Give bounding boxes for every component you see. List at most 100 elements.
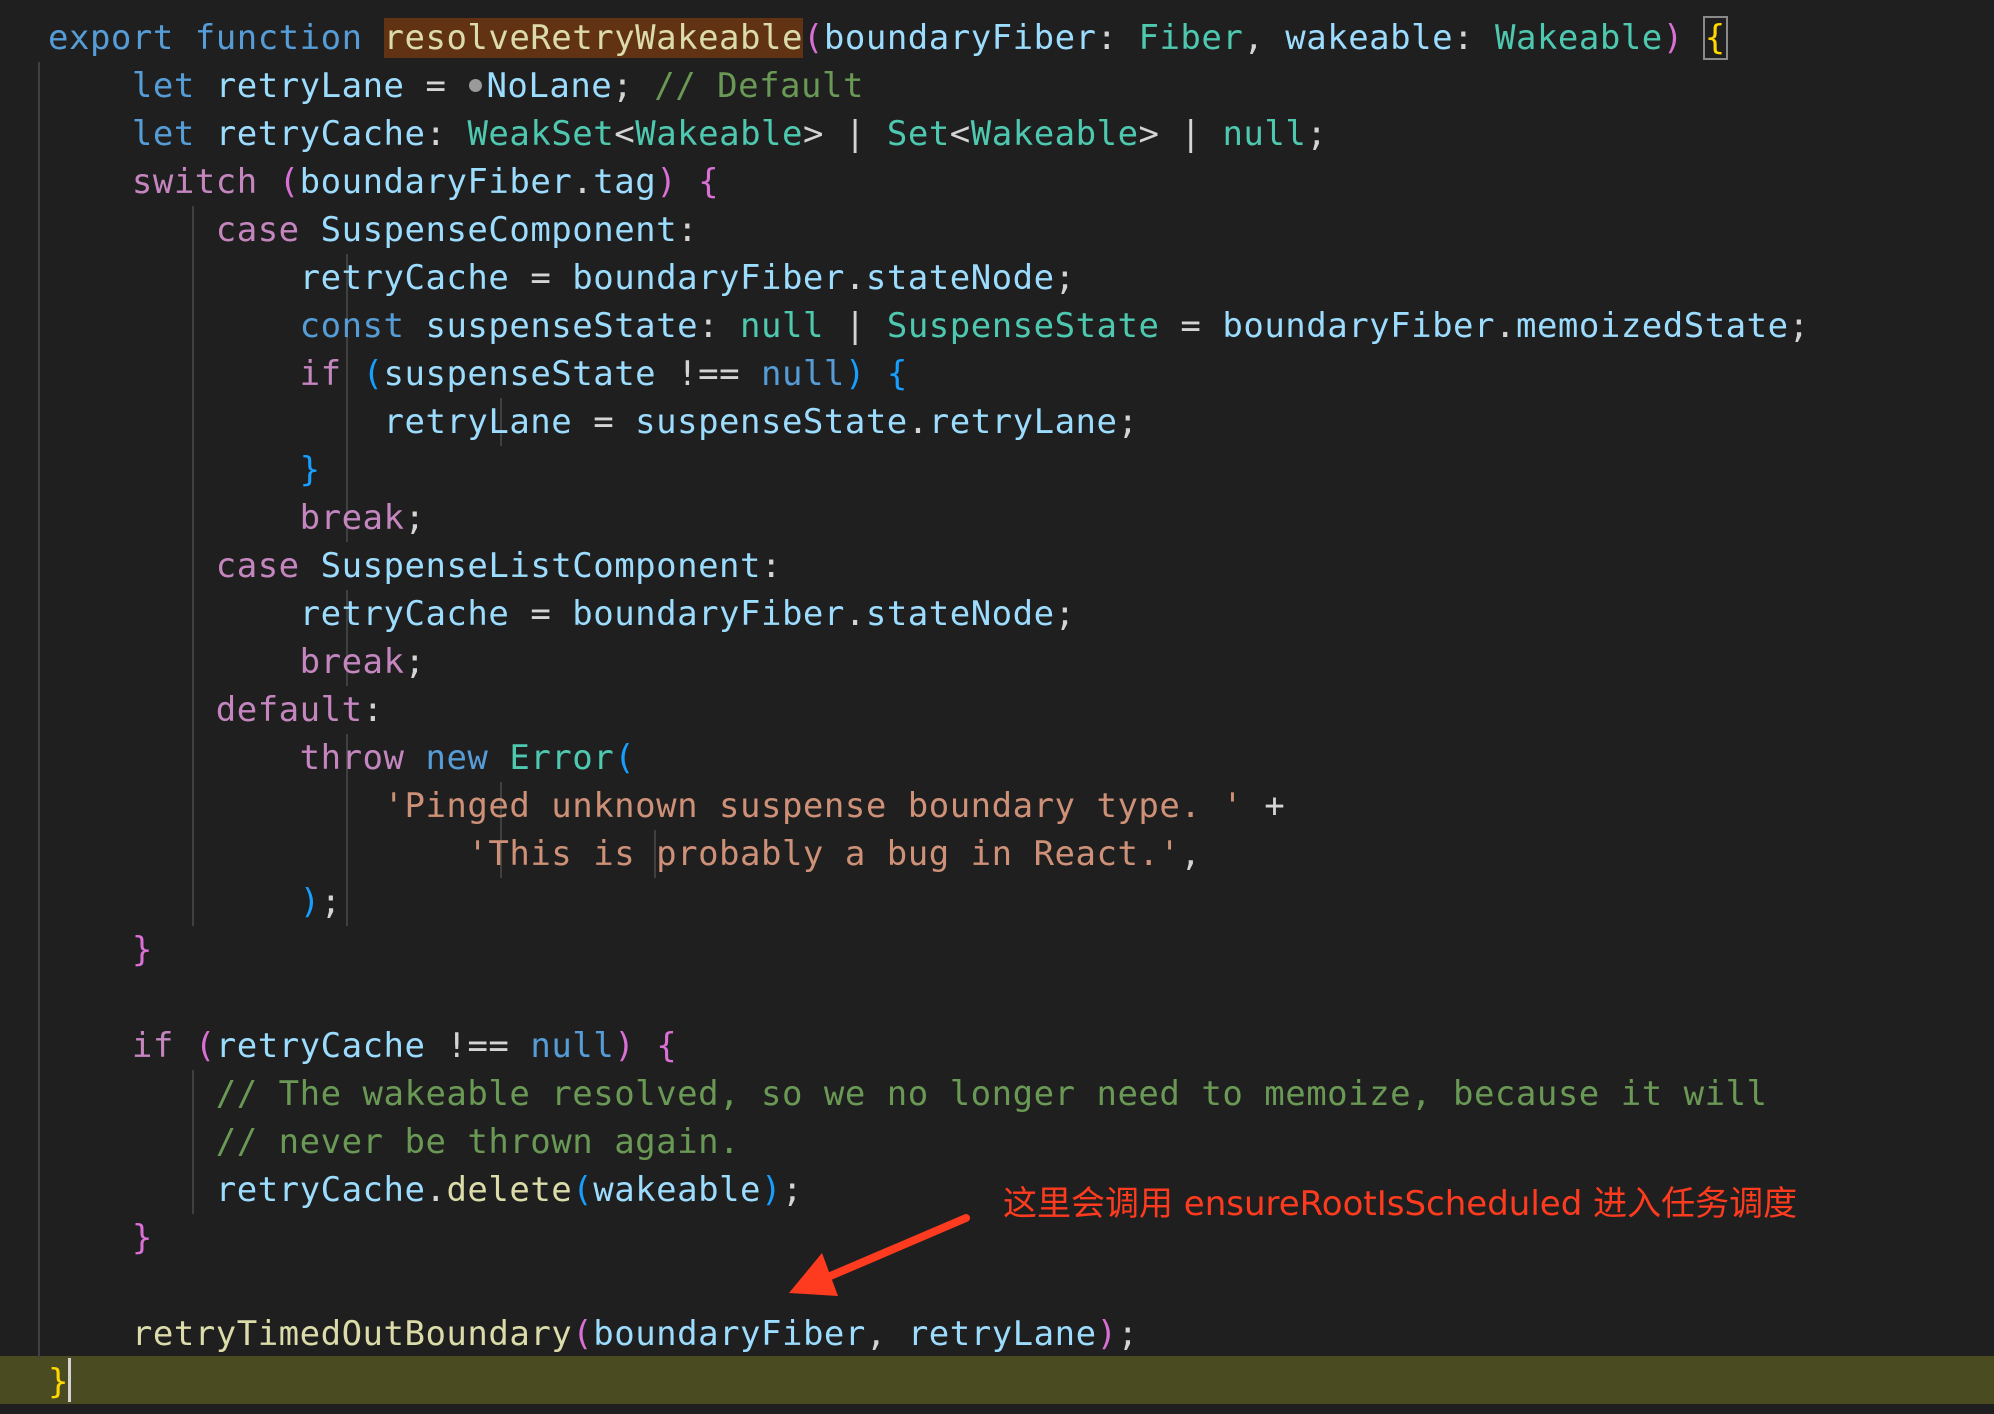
code-token: ; — [404, 642, 426, 682]
code-token: new — [425, 738, 510, 778]
code-token: break — [299, 642, 405, 682]
code-token: ; — [782, 1170, 803, 1210]
code-line[interactable]: // The wakeable resolved, so we no longe… — [38, 1070, 1810, 1118]
code-line[interactable]: if (retryCache !== null) { — [38, 1022, 1810, 1070]
code-token: // never be thrown again. — [215, 1122, 741, 1162]
code-token: ) — [761, 1170, 783, 1210]
code-token: resolveRetryWakeable — [383, 18, 803, 58]
code-token: ; — [320, 882, 342, 922]
code-token: boundaryFiber — [299, 162, 573, 202]
code-token: memoizedState — [1515, 306, 1789, 346]
code-token: ; — [1054, 594, 1076, 634]
indent-guide — [38, 494, 40, 542]
code-token: , — [865, 1314, 908, 1354]
code-token: { — [656, 1026, 678, 1066]
code-token: retryLane — [383, 402, 573, 442]
code-line[interactable]: } — [38, 926, 1810, 974]
code-token: Error — [509, 738, 615, 778]
indent-guide — [38, 1310, 40, 1358]
code-line[interactable]: break; — [38, 494, 1810, 542]
annotation-label: 这里会调用 ensureRootIsScheduled 进入任务调度 — [1003, 1184, 1798, 1224]
code-line[interactable]: let retryLane = NoLane; // Default — [38, 62, 1810, 110]
text-cursor — [68, 1358, 71, 1402]
code-line[interactable]: 'Pinged unknown suspense boundary type. … — [38, 782, 1810, 830]
indent-guide — [346, 446, 348, 494]
code-line[interactable]: break; — [38, 638, 1810, 686]
code-line[interactable]: export function resolveRetryWakeable(bou… — [48, 14, 1810, 62]
code-token: ( — [572, 1314, 594, 1354]
code-token: NoLane — [486, 66, 613, 106]
code-token: boundaryFiber — [572, 594, 845, 634]
indent-guide — [38, 830, 40, 878]
code-line[interactable]: } — [38, 446, 1810, 494]
code-line[interactable]: // never be thrown again. — [38, 1118, 1810, 1166]
code-line[interactable]: case SuspenseListComponent: — [38, 542, 1810, 590]
code-line[interactable]: } — [48, 1358, 1810, 1406]
code-token: suspenseState — [635, 402, 908, 442]
code-token: ; — [1054, 258, 1076, 298]
code-line[interactable]: case SuspenseComponent: — [38, 206, 1810, 254]
code-line[interactable]: let retryCache: WeakSet<Wakeable> | Set<… — [38, 110, 1810, 158]
code-token: ( — [802, 18, 824, 58]
code-token: retryCache — [299, 594, 510, 634]
code-token: } — [48, 1362, 69, 1402]
indent-guide — [38, 1022, 40, 1070]
code-token: ( — [362, 354, 384, 394]
code-token: ) — [1096, 1314, 1118, 1354]
indent-guide — [38, 110, 40, 158]
code-token: suspenseState — [425, 306, 699, 346]
code-token: let — [131, 114, 216, 154]
code-editor[interactable]: export function resolveRetryWakeable(bou… — [0, 0, 1994, 1414]
code-line[interactable]: if (suspenseState !== null) { — [38, 350, 1810, 398]
code-token: 'This is probably a bug in React.' — [467, 834, 1181, 874]
code-line[interactable]: const suspenseState: null | SuspenseStat… — [38, 302, 1810, 350]
code-line[interactable]: retryCache = boundaryFiber.stateNode; — [38, 254, 1810, 302]
code-line[interactable]: switch (boundaryFiber.tag) { — [38, 158, 1810, 206]
code-line[interactable] — [38, 974, 1810, 1022]
code-line[interactable]: ); — [38, 878, 1810, 926]
code-line[interactable] — [38, 1262, 1810, 1310]
code-token: tag — [593, 162, 657, 202]
code-token: } — [131, 1218, 153, 1258]
code-token: : — [761, 546, 782, 586]
indent-guide — [346, 878, 348, 926]
code-token: throw — [299, 738, 426, 778]
indent-guide — [38, 926, 40, 974]
indent-guide — [38, 734, 40, 782]
code-token: boundaryFiber — [593, 1314, 866, 1354]
code-token: delete — [446, 1170, 573, 1210]
code-token: { — [698, 162, 720, 202]
code-token: stateNode — [865, 258, 1055, 298]
code-token: ; — [404, 498, 426, 538]
code-token: < — [949, 114, 971, 154]
code-token: | — [823, 306, 887, 346]
code-line[interactable]: retryLane = suspenseState.retryLane; — [38, 398, 1810, 446]
code-line[interactable]: retryTimedOutBoundary(boundaryFiber, ret… — [38, 1310, 1810, 1358]
code-token: Wakeable — [1495, 18, 1663, 58]
code-line[interactable]: retryCache = boundaryFiber.stateNode; — [38, 590, 1810, 638]
code-token: { — [886, 354, 908, 394]
code-token: ) — [656, 162, 699, 202]
code-token: boundaryFiber — [1222, 306, 1495, 346]
code-line[interactable]: throw new Error( — [38, 734, 1810, 782]
code-token: ; — [1117, 1314, 1139, 1354]
code-token: if — [131, 1026, 195, 1066]
code-line[interactable]: 'This is probably a bug in React.', — [38, 830, 1810, 878]
code-token: : — [362, 690, 384, 730]
indent-guide — [38, 254, 40, 302]
code-token: retryCache — [299, 258, 510, 298]
code-token: break — [299, 498, 405, 538]
code-token: case — [215, 546, 321, 586]
indent-guide — [38, 398, 40, 446]
code-token: if — [299, 354, 363, 394]
code-line[interactable]: default: — [38, 686, 1810, 734]
code-token: > | — [1138, 114, 1223, 154]
